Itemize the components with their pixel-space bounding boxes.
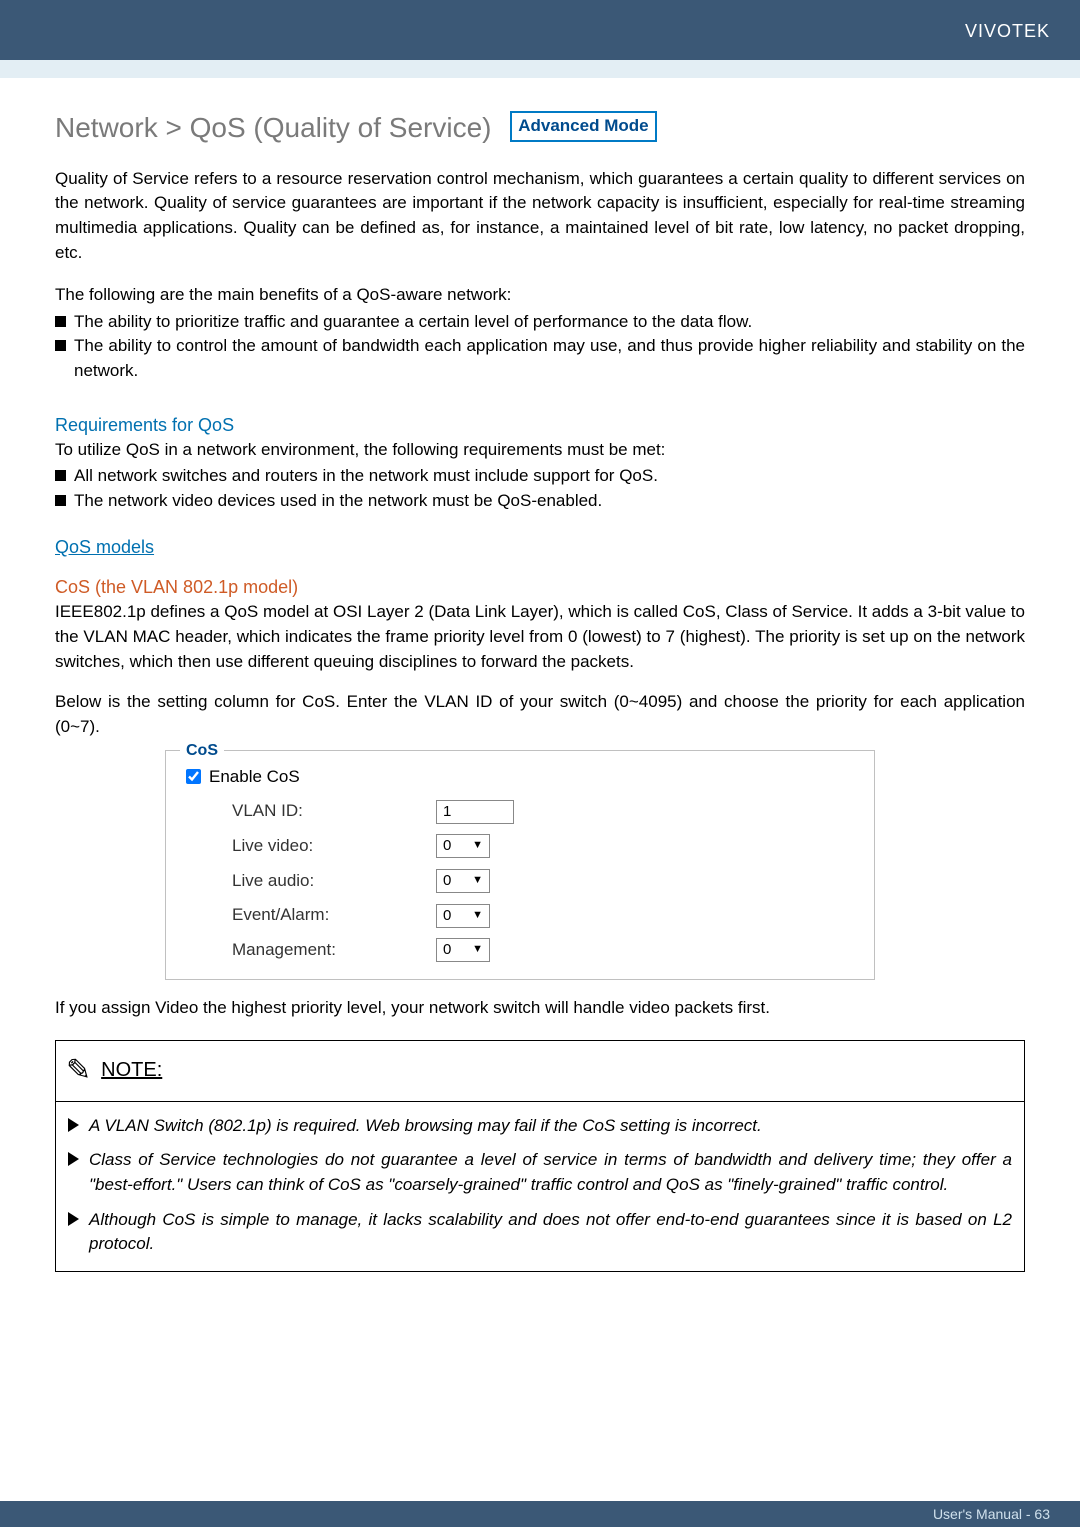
page-header: VIVOTEK	[0, 0, 1080, 60]
triangle-bullet-icon	[68, 1212, 79, 1226]
post-panel-paragraph: If you assign Video the highest priority…	[55, 996, 1025, 1021]
note-box: ✎ NOTE: A VLAN Switch (802.1p) is requir…	[55, 1040, 1025, 1272]
cos-paragraph-1: IEEE802.1p defines a QoS model at OSI La…	[55, 600, 1025, 674]
cos-panel-legend: CoS	[180, 739, 224, 762]
header-subband	[0, 60, 1080, 78]
benefit-item: The ability to control the amount of ban…	[74, 334, 1025, 383]
live-video-value: 0	[443, 835, 451, 857]
bullet-icon	[55, 495, 66, 506]
live-audio-value: 0	[443, 870, 451, 892]
note-item: A VLAN Switch (802.1p) is required. Web …	[89, 1114, 762, 1139]
vlan-id-input[interactable]	[436, 800, 514, 824]
requirements-lead: To utilize QoS in a network environment,…	[55, 438, 1025, 463]
pencil-icon: ✎	[66, 1049, 91, 1093]
live-audio-select[interactable]: 0 ▼	[436, 869, 490, 893]
triangle-bullet-icon	[68, 1152, 79, 1166]
triangle-bullet-icon	[68, 1118, 79, 1132]
enable-cos-checkbox[interactable]	[186, 769, 201, 784]
qos-models-heading: QoS models	[55, 534, 154, 560]
cos-settings-panel: CoS Enable CoS VLAN ID: Live video: 0 ▼ …	[165, 750, 875, 980]
chevron-down-icon: ▼	[472, 873, 483, 889]
live-video-select[interactable]: 0 ▼	[436, 834, 490, 858]
benefits-list: The ability to prioritize traffic and gu…	[55, 310, 1025, 384]
benefits-lead: The following are the main benefits of a…	[55, 283, 1025, 308]
benefit-item: The ability to prioritize traffic and gu…	[74, 310, 1025, 335]
cos-paragraph-2: Below is the setting column for CoS. Ent…	[55, 690, 1025, 739]
live-audio-label: Live audio:	[186, 869, 436, 894]
management-value: 0	[443, 939, 451, 961]
management-label: Management:	[186, 938, 436, 963]
main-content: Network > QoS (Quality of Service) Advan…	[0, 78, 1080, 1272]
requirement-item: All network switches and routers in the …	[74, 464, 1025, 489]
event-alarm-select[interactable]: 0 ▼	[436, 904, 490, 928]
footer-text: User's Manual - 63	[933, 1506, 1050, 1522]
vlan-id-label: VLAN ID:	[186, 799, 436, 824]
page-footer: User's Manual - 63	[0, 1501, 1080, 1527]
note-item: Although CoS is simple to manage, it lac…	[89, 1208, 1012, 1257]
event-alarm-label: Event/Alarm:	[186, 903, 436, 928]
intro-paragraph: Quality of Service refers to a resource …	[55, 167, 1025, 266]
cos-heading: CoS (the VLAN 802.1p model)	[55, 574, 1025, 600]
chevron-down-icon: ▼	[472, 908, 483, 924]
chevron-down-icon: ▼	[472, 942, 483, 958]
live-video-label: Live video:	[186, 834, 436, 859]
brand-label: VIVOTEK	[965, 18, 1050, 44]
requirement-item: The network video devices used in the ne…	[74, 489, 1025, 514]
requirements-list: All network switches and routers in the …	[55, 464, 1025, 513]
note-body: A VLAN Switch (802.1p) is required. Web …	[56, 1102, 1024, 1271]
event-alarm-value: 0	[443, 905, 451, 927]
enable-cos-label: Enable CoS	[209, 765, 300, 790]
page-title: Network > QoS (Quality of Service)	[55, 108, 491, 149]
requirements-heading: Requirements for QoS	[55, 412, 1025, 438]
advanced-mode-badge: Advanced Mode	[510, 111, 656, 142]
bullet-icon	[55, 470, 66, 481]
note-item: Class of Service technologies do not gua…	[89, 1148, 1012, 1197]
bullet-icon	[55, 316, 66, 327]
chevron-down-icon: ▼	[472, 838, 483, 854]
bullet-icon	[55, 340, 66, 351]
note-header: ✎ NOTE:	[56, 1041, 1024, 1102]
management-select[interactable]: 0 ▼	[436, 938, 490, 962]
note-title: NOTE:	[101, 1056, 162, 1085]
